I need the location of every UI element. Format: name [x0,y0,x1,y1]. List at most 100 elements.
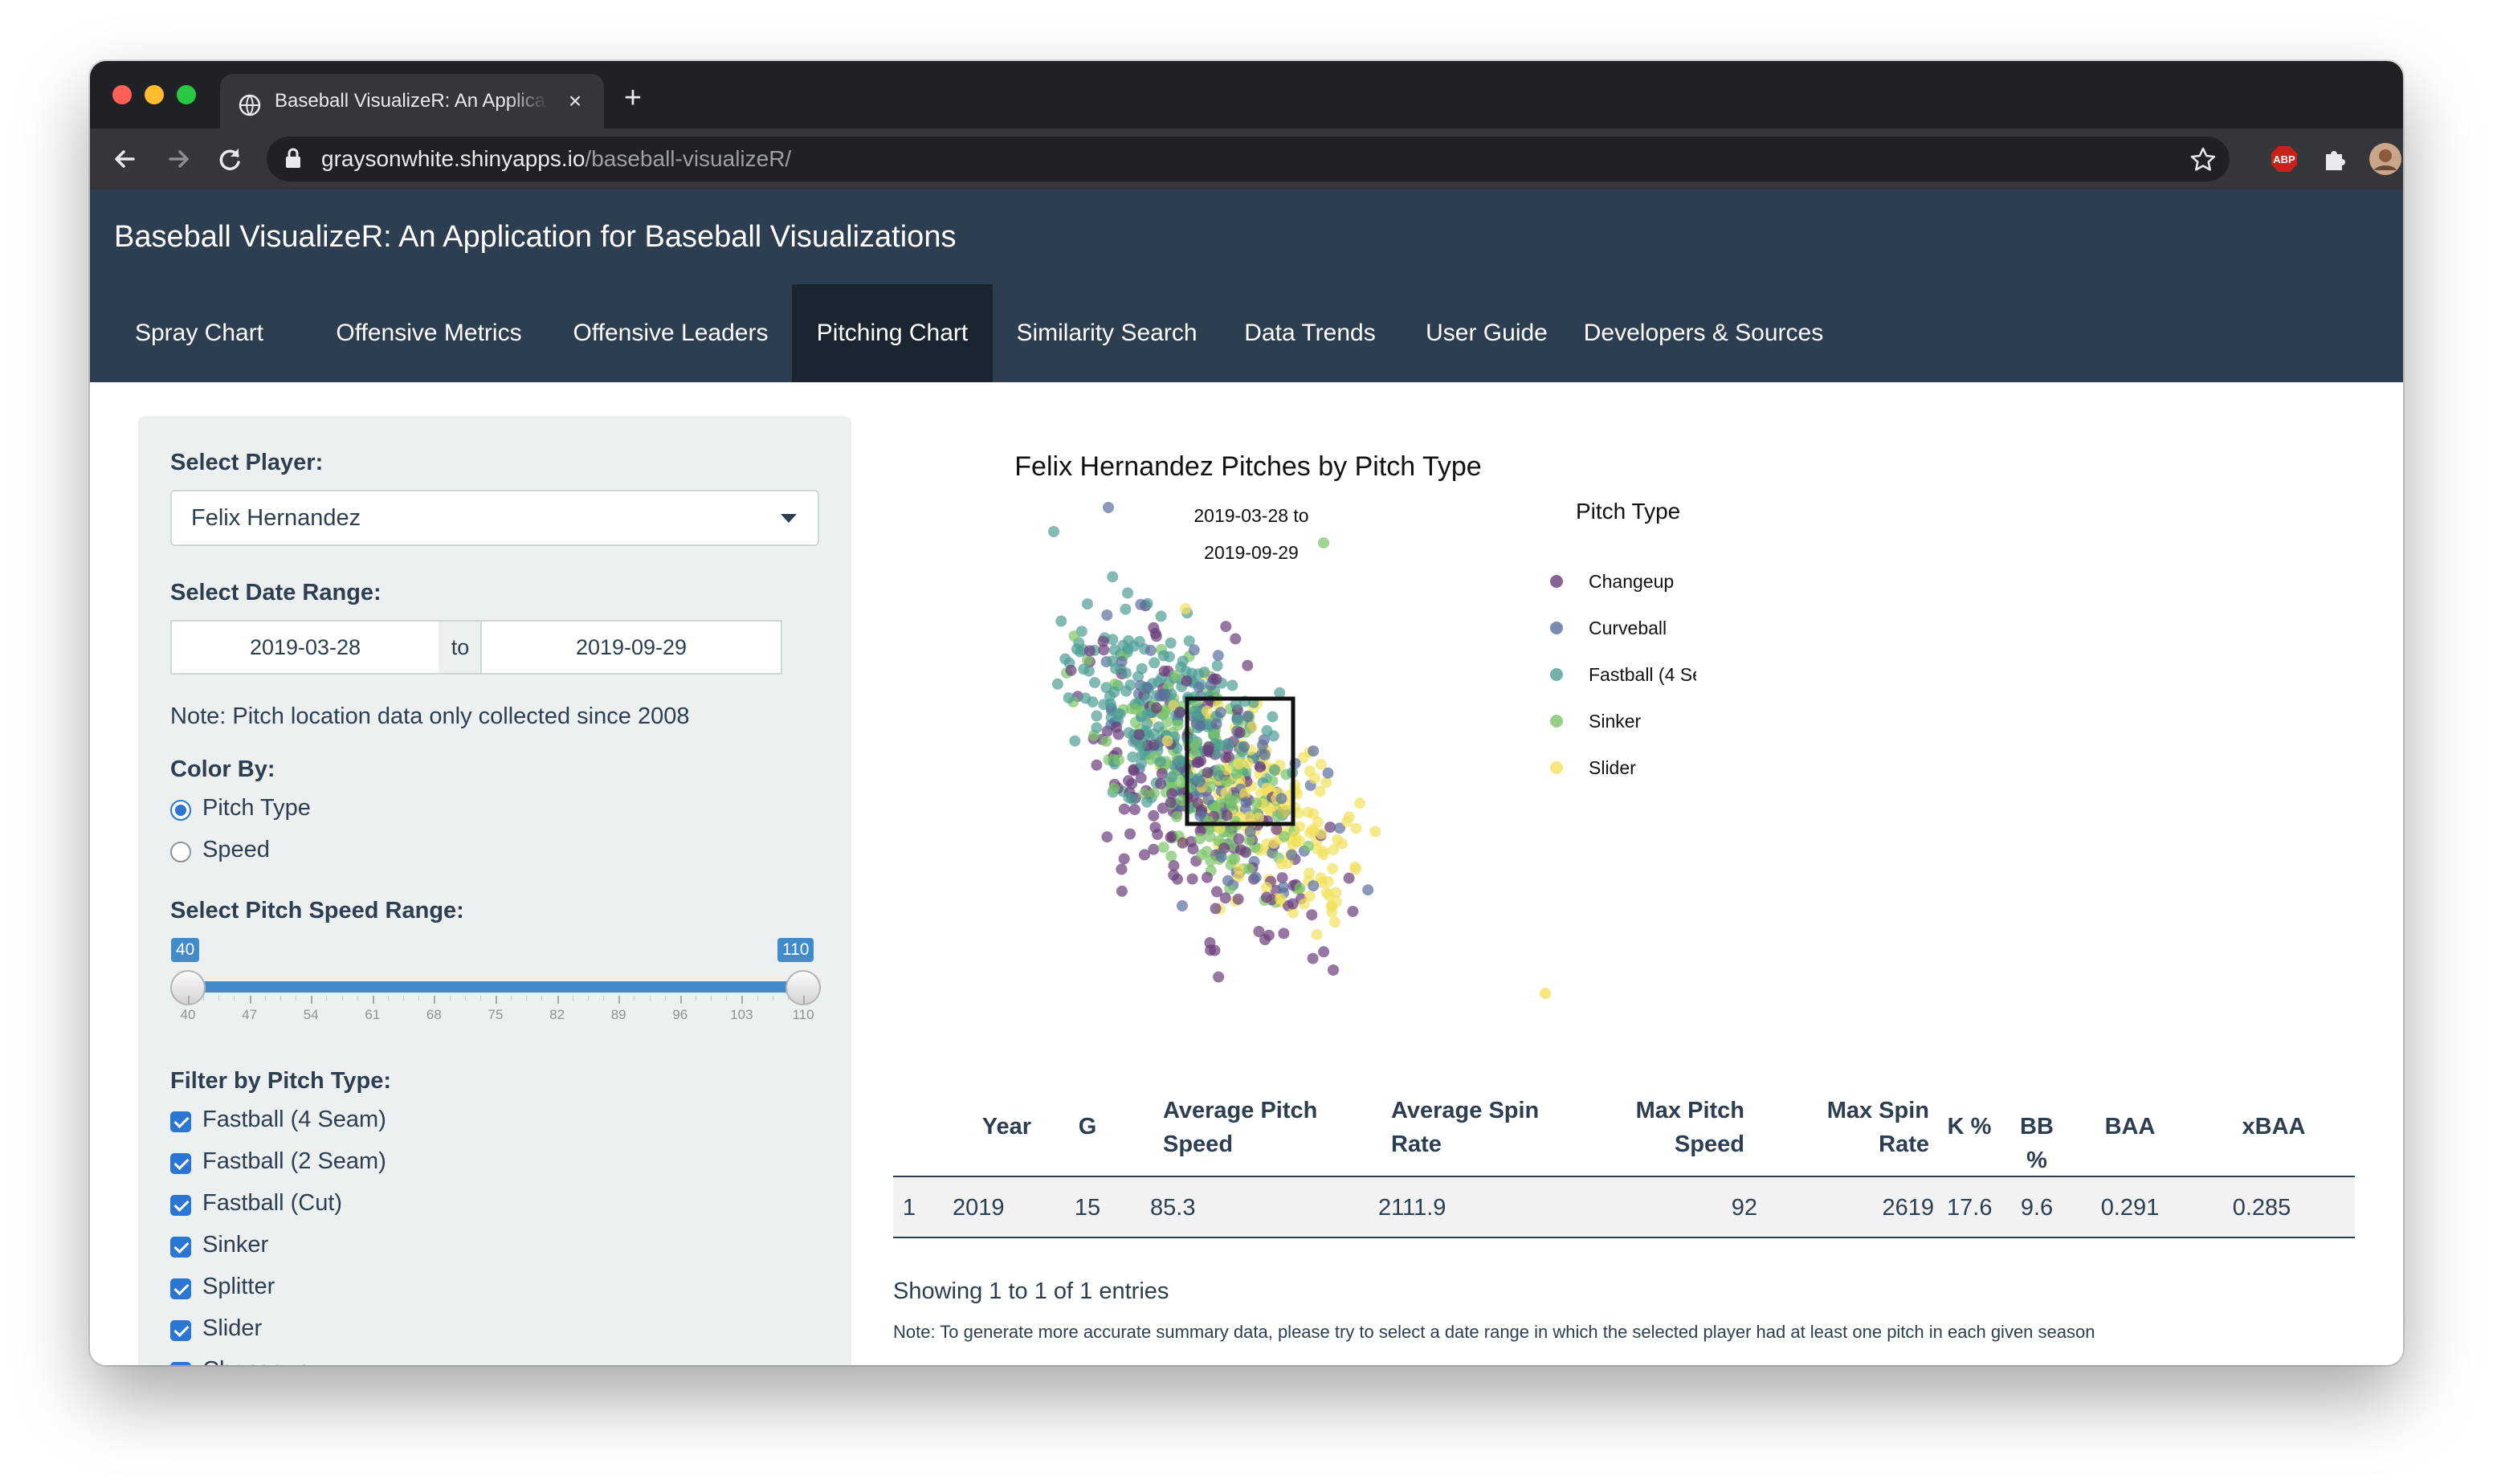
slider-minor-tick [757,996,758,1001]
url-text: graysonwhite.shinyapps.io/baseball-visua… [321,137,791,181]
slider-minor-tick [464,996,466,1001]
pitch-location-note: Note: Pitch location data only collected… [170,703,690,729]
table-header-cell[interactable]: G [1063,1110,1112,1144]
checkbox-fastball-cut[interactable] [170,1195,191,1216]
date-start-input[interactable]: 2019-03-28 [170,620,440,675]
date-range-label: Select Date Range: [170,580,381,605]
pitch-point [1242,711,1254,722]
slider-minor-tick [787,996,789,1001]
profile-avatar-icon[interactable] [2366,140,2403,178]
table-header-cell[interactable]: BB % [2014,1110,2059,1177]
checkbox-splitter[interactable] [170,1278,191,1299]
table-header-cell[interactable]: BAA [2082,1110,2178,1144]
bookmark-star-icon[interactable] [2189,146,2217,173]
slider-max-badge: 110 [777,938,814,962]
tab-offensive-leaders[interactable]: Offensive Leaders [549,284,792,382]
pitch-point [1120,603,1132,615]
lock-icon [286,148,300,168]
date-end-input[interactable]: 2019-09-29 [480,620,782,675]
pitch-point [1201,846,1213,858]
legend-key [1550,715,1563,728]
pitch-point [1172,719,1184,731]
pitch-point [1229,853,1241,865]
table-header-cell[interactable]: Average Pitch Speed [1163,1094,1340,1161]
tab-spray-chart[interactable]: Spray Chart [90,284,308,382]
pitch-point [1201,705,1213,717]
pitch-point [1242,659,1254,671]
checkbox-changeup[interactable] [170,1362,191,1365]
close-tab-icon[interactable]: × [562,88,588,114]
table-cell: 17.6 [1947,1195,1993,1221]
slider-track[interactable] [188,981,803,993]
slider-tick-label: 47 [242,1007,258,1022]
reload-icon[interactable] [210,140,249,178]
slider-minor-tick [649,996,651,1001]
radio-speed[interactable] [170,842,191,862]
pitch-point [1161,716,1173,728]
tab-user-guide[interactable]: User Guide [1399,284,1574,382]
maximize-window-button[interactable] [177,85,196,104]
pitch-point [1193,756,1205,768]
pitch-point [1165,831,1177,843]
pitch-point [1155,778,1167,789]
chart-legend: Changeup Curveball Fastball (4 Seam) Sinker… [1550,571,1696,778]
radio-pitch-type[interactable] [170,800,191,821]
slider-minor-tick [726,996,728,1001]
checkbox-fastball-2-seam[interactable] [170,1153,191,1174]
player-select[interactable]: Felix Hernandez [170,490,819,546]
slider-minor-tick [357,996,358,1001]
new-tab-button[interactable]: + [617,82,649,114]
close-window-button[interactable] [112,85,132,104]
speed-range-slider[interactable]: 40 110 40 47 54 61 68 75 82 89 96 103 110 [138,938,851,1034]
pitch-point [1081,598,1093,610]
browser-tab[interactable]: Baseball VisualizeR: An Applica × [220,74,604,128]
pitch-point [1318,946,1330,958]
table-header-cell[interactable]: Max Pitch Speed [1616,1094,1744,1161]
tab-offensive-metrics[interactable]: Offensive Metrics [308,284,549,382]
extensions-puzzle-icon[interactable] [2316,140,2355,178]
tab-similarity-search[interactable]: Similarity Search [993,284,1221,382]
adblock-extension-icon[interactable]: ABP [2265,140,2303,178]
tab-data-trends[interactable]: Data Trends [1221,284,1399,382]
table-header-cell[interactable]: Average Spin Rate [1391,1094,1568,1161]
checkbox-label-fastball-4-seam: Fastball (4 Seam) [202,1107,386,1132]
pitch-point [1051,678,1063,690]
legend-label: Slider [1589,757,1636,778]
pitch-point [1287,898,1299,910]
slider-tick [434,996,436,1004]
pitch-point [1069,735,1081,747]
pitch-point [1150,702,1162,714]
checkbox-slider[interactable] [170,1320,191,1341]
legend-label: Curveball [1589,618,1667,638]
table-header-cell[interactable]: K % [1947,1110,1992,1144]
checkbox-sinker[interactable] [170,1237,191,1258]
address-bar[interactable]: graysonwhite.shinyapps.io/baseball-visua… [267,137,2230,181]
table-header-cell[interactable]: Year [941,1110,1031,1144]
pitch-point [1315,758,1327,770]
pitch-points [1048,502,1551,999]
pitch-point [1234,844,1246,856]
tab-pitching-chart[interactable]: Pitching Chart [792,284,993,382]
forward-icon[interactable] [159,140,198,178]
checkbox-fastball-4-seam[interactable] [170,1111,191,1132]
pitch-point [1103,502,1114,513]
minimize-window-button[interactable] [145,85,164,104]
table-info: Showing 1 to 1 of 1 entries [893,1278,1169,1304]
slider-minor-tick [418,996,420,1001]
back-icon[interactable] [106,140,145,178]
pitch-point [1231,714,1243,726]
slider-tick [249,996,251,1004]
tab-developers-sources[interactable]: Developers & Sources [1574,284,1833,382]
pitch-point [1212,650,1224,662]
table-header-cell[interactable]: xBAA [2197,1110,2350,1144]
pitch-point [1222,874,1234,887]
pitch-point [1091,722,1103,734]
pitch-point [1211,660,1223,671]
pitch-point [1306,824,1318,836]
pitch-point [1118,803,1130,815]
table-header-cell[interactable]: Max Spin Rate [1793,1094,1929,1161]
pitch-point [1128,804,1140,816]
table-cell: 15 [1074,1195,1101,1221]
slider-tick [557,996,559,1004]
legend-key [1550,761,1563,774]
